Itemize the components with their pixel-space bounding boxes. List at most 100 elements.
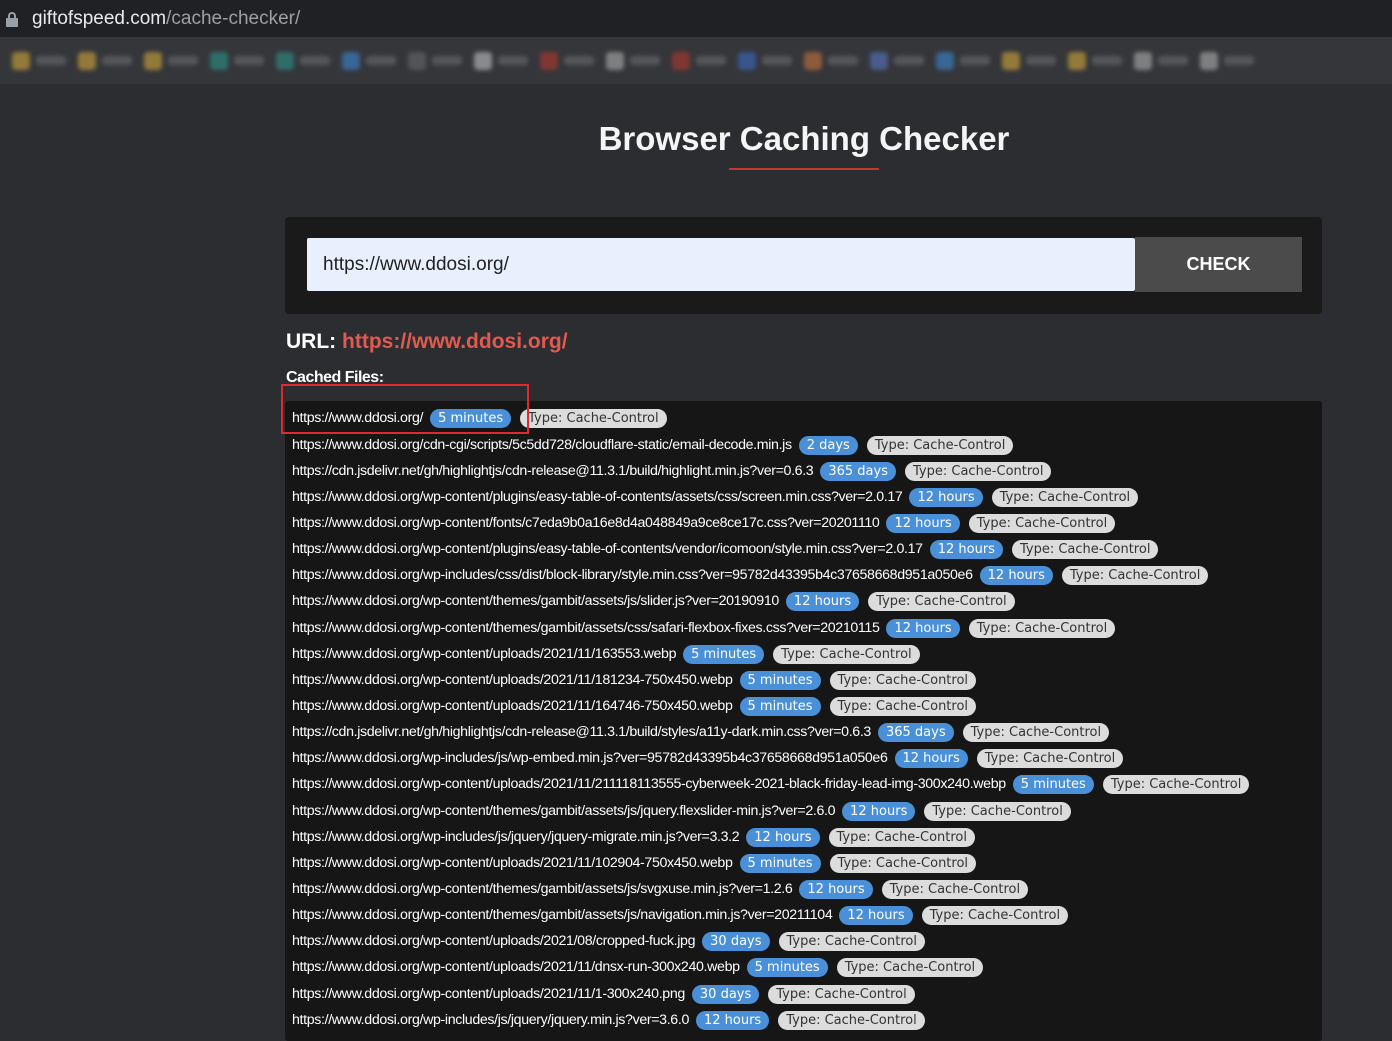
bookmark-favicon-icon (408, 51, 426, 70)
cache-duration-badge: 12 hours (894, 748, 968, 768)
file-row: https://www.ddosi.org/wp-content/themes/… (292, 878, 1029, 900)
file-row: https://www.ddosi.org/wp-includes/js/jqu… (292, 826, 975, 848)
bookmark-label (432, 56, 462, 65)
cache-duration-badge: 12 hours (979, 565, 1053, 585)
cache-type-badge: Type: Cache-Control (921, 905, 1069, 925)
file-row: https://www.ddosi.org/wp-content/uploads… (292, 983, 915, 1005)
cache-type-badge: Type: Cache-Control (829, 696, 977, 716)
cache-duration-badge: 5 minutes (739, 696, 821, 716)
bookmark-item[interactable] (936, 51, 990, 70)
cache-duration-badge: 30 days (702, 931, 770, 951)
bookmark-label (234, 56, 264, 65)
cache-type-badge: Type: Cache-Control (829, 670, 977, 690)
bookmark-favicon-icon (1002, 51, 1020, 70)
bookmark-item[interactable] (342, 51, 396, 70)
file-row: https://www.ddosi.org/wp-content/themes/… (292, 590, 1015, 612)
url-path: /cache-checker/ (166, 7, 301, 29)
bookmark-favicon-icon (210, 51, 228, 70)
file-row: https://www.ddosi.org/wp-includes/js/jqu… (292, 1009, 925, 1031)
cache-type-badge: Type: Cache-Control (976, 748, 1124, 768)
bookmark-favicon-icon (342, 51, 360, 70)
bookmark-favicon-icon (738, 51, 756, 70)
cache-type-badge: Type: Cache-Control (1011, 539, 1159, 559)
bookmark-item[interactable] (606, 51, 660, 70)
cache-type-badge: Type: Cache-Control (520, 408, 667, 428)
bookmark-favicon-icon (936, 51, 954, 70)
bookmark-label (828, 56, 858, 65)
highlight-annotation (281, 384, 529, 434)
bookmark-label (168, 56, 198, 65)
file-url: https://cdn.jsdelivr.net/gh/highlightjs/… (292, 463, 814, 479)
file-url: https://www.ddosi.org/wp-content/themes/… (292, 907, 833, 923)
file-url: https://www.ddosi.org/wp-content/fonts/c… (292, 515, 880, 531)
file-url: https://www.ddosi.org/wp-content/uploads… (292, 933, 696, 949)
bookmark-label (960, 56, 990, 65)
bookmark-favicon-icon (606, 51, 624, 70)
file-url: https://www.ddosi.org/wp-content/uploads… (292, 986, 685, 1002)
cache-duration-badge: 12 hours (746, 827, 820, 847)
bookmark-item[interactable] (672, 51, 726, 70)
bookmark-item[interactable] (78, 51, 132, 70)
bookmark-item[interactable] (12, 51, 66, 70)
cache-duration-badge: 2 days (798, 435, 858, 455)
result-url-link[interactable]: https://www.ddosi.org/ (342, 330, 568, 353)
bookmark-item[interactable] (1134, 51, 1188, 70)
bookmark-favicon-icon (870, 51, 888, 70)
file-row: https://www.ddosi.org/cdn-cgi/scripts/5c… (292, 434, 1014, 456)
bookmark-item[interactable] (1068, 51, 1122, 70)
bookmark-label (762, 56, 792, 65)
bookmark-label (1092, 56, 1122, 65)
bookmark-favicon-icon (1134, 51, 1152, 70)
file-row: https://www.ddosi.org/wp-content/themes/… (292, 617, 1116, 639)
cache-type-badge: Type: Cache-Control (881, 879, 1029, 899)
file-url: https://www.ddosi.org/wp-content/themes/… (292, 881, 793, 897)
cache-duration-badge: 12 hours (799, 879, 873, 899)
check-button[interactable]: CHECK (1135, 237, 1302, 292)
cache-duration-badge: 12 hours (909, 487, 983, 507)
cache-duration-badge: 5 minutes (739, 853, 821, 873)
cache-type-badge: Type: Cache-Control (1102, 774, 1250, 794)
check-form: CHECK (285, 217, 1322, 314)
file-row: https://www.ddosi.org/wp-content/uploads… (292, 643, 920, 665)
bookmark-item[interactable] (804, 51, 858, 70)
bookmark-item[interactable] (144, 51, 198, 70)
bookmark-item[interactable] (870, 51, 924, 70)
file-url: https://www.ddosi.org/wp-content/plugins… (292, 541, 923, 557)
file-url: https://www.ddosi.org/wp-includes/js/jqu… (292, 829, 740, 845)
address-bar[interactable]: giftofspeed.com/cache-checker/ (0, 0, 1392, 37)
cache-type-badge: Type: Cache-Control (778, 1010, 925, 1030)
cache-type-badge: Type: Cache-Control (968, 513, 1116, 533)
bookmark-favicon-icon (672, 51, 690, 70)
bookmark-favicon-icon (144, 51, 162, 70)
bookmark-item[interactable] (1002, 51, 1056, 70)
file-row: https://www.ddosi.org/wp-content/uploads… (292, 956, 984, 978)
cache-duration-badge: 5 minutes (746, 957, 828, 977)
file-url: https://www.ddosi.org/wp-content/plugins… (292, 489, 903, 505)
bookmark-favicon-icon (276, 51, 294, 70)
cache-type-badge: Type: Cache-Control (773, 644, 920, 664)
title-underline (729, 168, 879, 170)
bookmark-item[interactable] (210, 51, 264, 70)
bookmark-item[interactable] (408, 51, 462, 70)
bookmark-label (630, 56, 660, 65)
file-row: https://www.ddosi.org/wp-content/uploads… (292, 930, 925, 952)
file-row: https://www.ddosi.org/wp-content/themes/… (292, 800, 1071, 822)
cache-type-badge: Type: Cache-Control (836, 957, 984, 977)
bookmark-item[interactable] (1200, 51, 1254, 70)
bookmark-item[interactable] (738, 51, 792, 70)
file-url: https://www.ddosi.org/wp-includes/css/di… (292, 567, 973, 583)
cache-type-badge: Type: Cache-Control (768, 984, 915, 1004)
bookmark-item[interactable] (474, 51, 528, 70)
cache-duration-badge: 12 hours (842, 801, 916, 821)
bookmark-label (36, 56, 66, 65)
cache-type-badge: Type: Cache-Control (962, 722, 1110, 742)
cache-type-badge: Type: Cache-Control (968, 618, 1116, 638)
bookmark-item[interactable] (540, 51, 594, 70)
file-url: https://www.ddosi.org/wp-content/uploads… (292, 698, 733, 714)
url-input[interactable] (307, 238, 1135, 291)
bookmark-item[interactable] (276, 51, 330, 70)
cache-duration-badge: 365 days (877, 722, 954, 742)
cache-type-badge: Type: Cache-Control (868, 591, 1015, 611)
lock-icon[interactable] (6, 11, 18, 27)
cache-type-badge: Type: Cache-Control (778, 931, 925, 951)
